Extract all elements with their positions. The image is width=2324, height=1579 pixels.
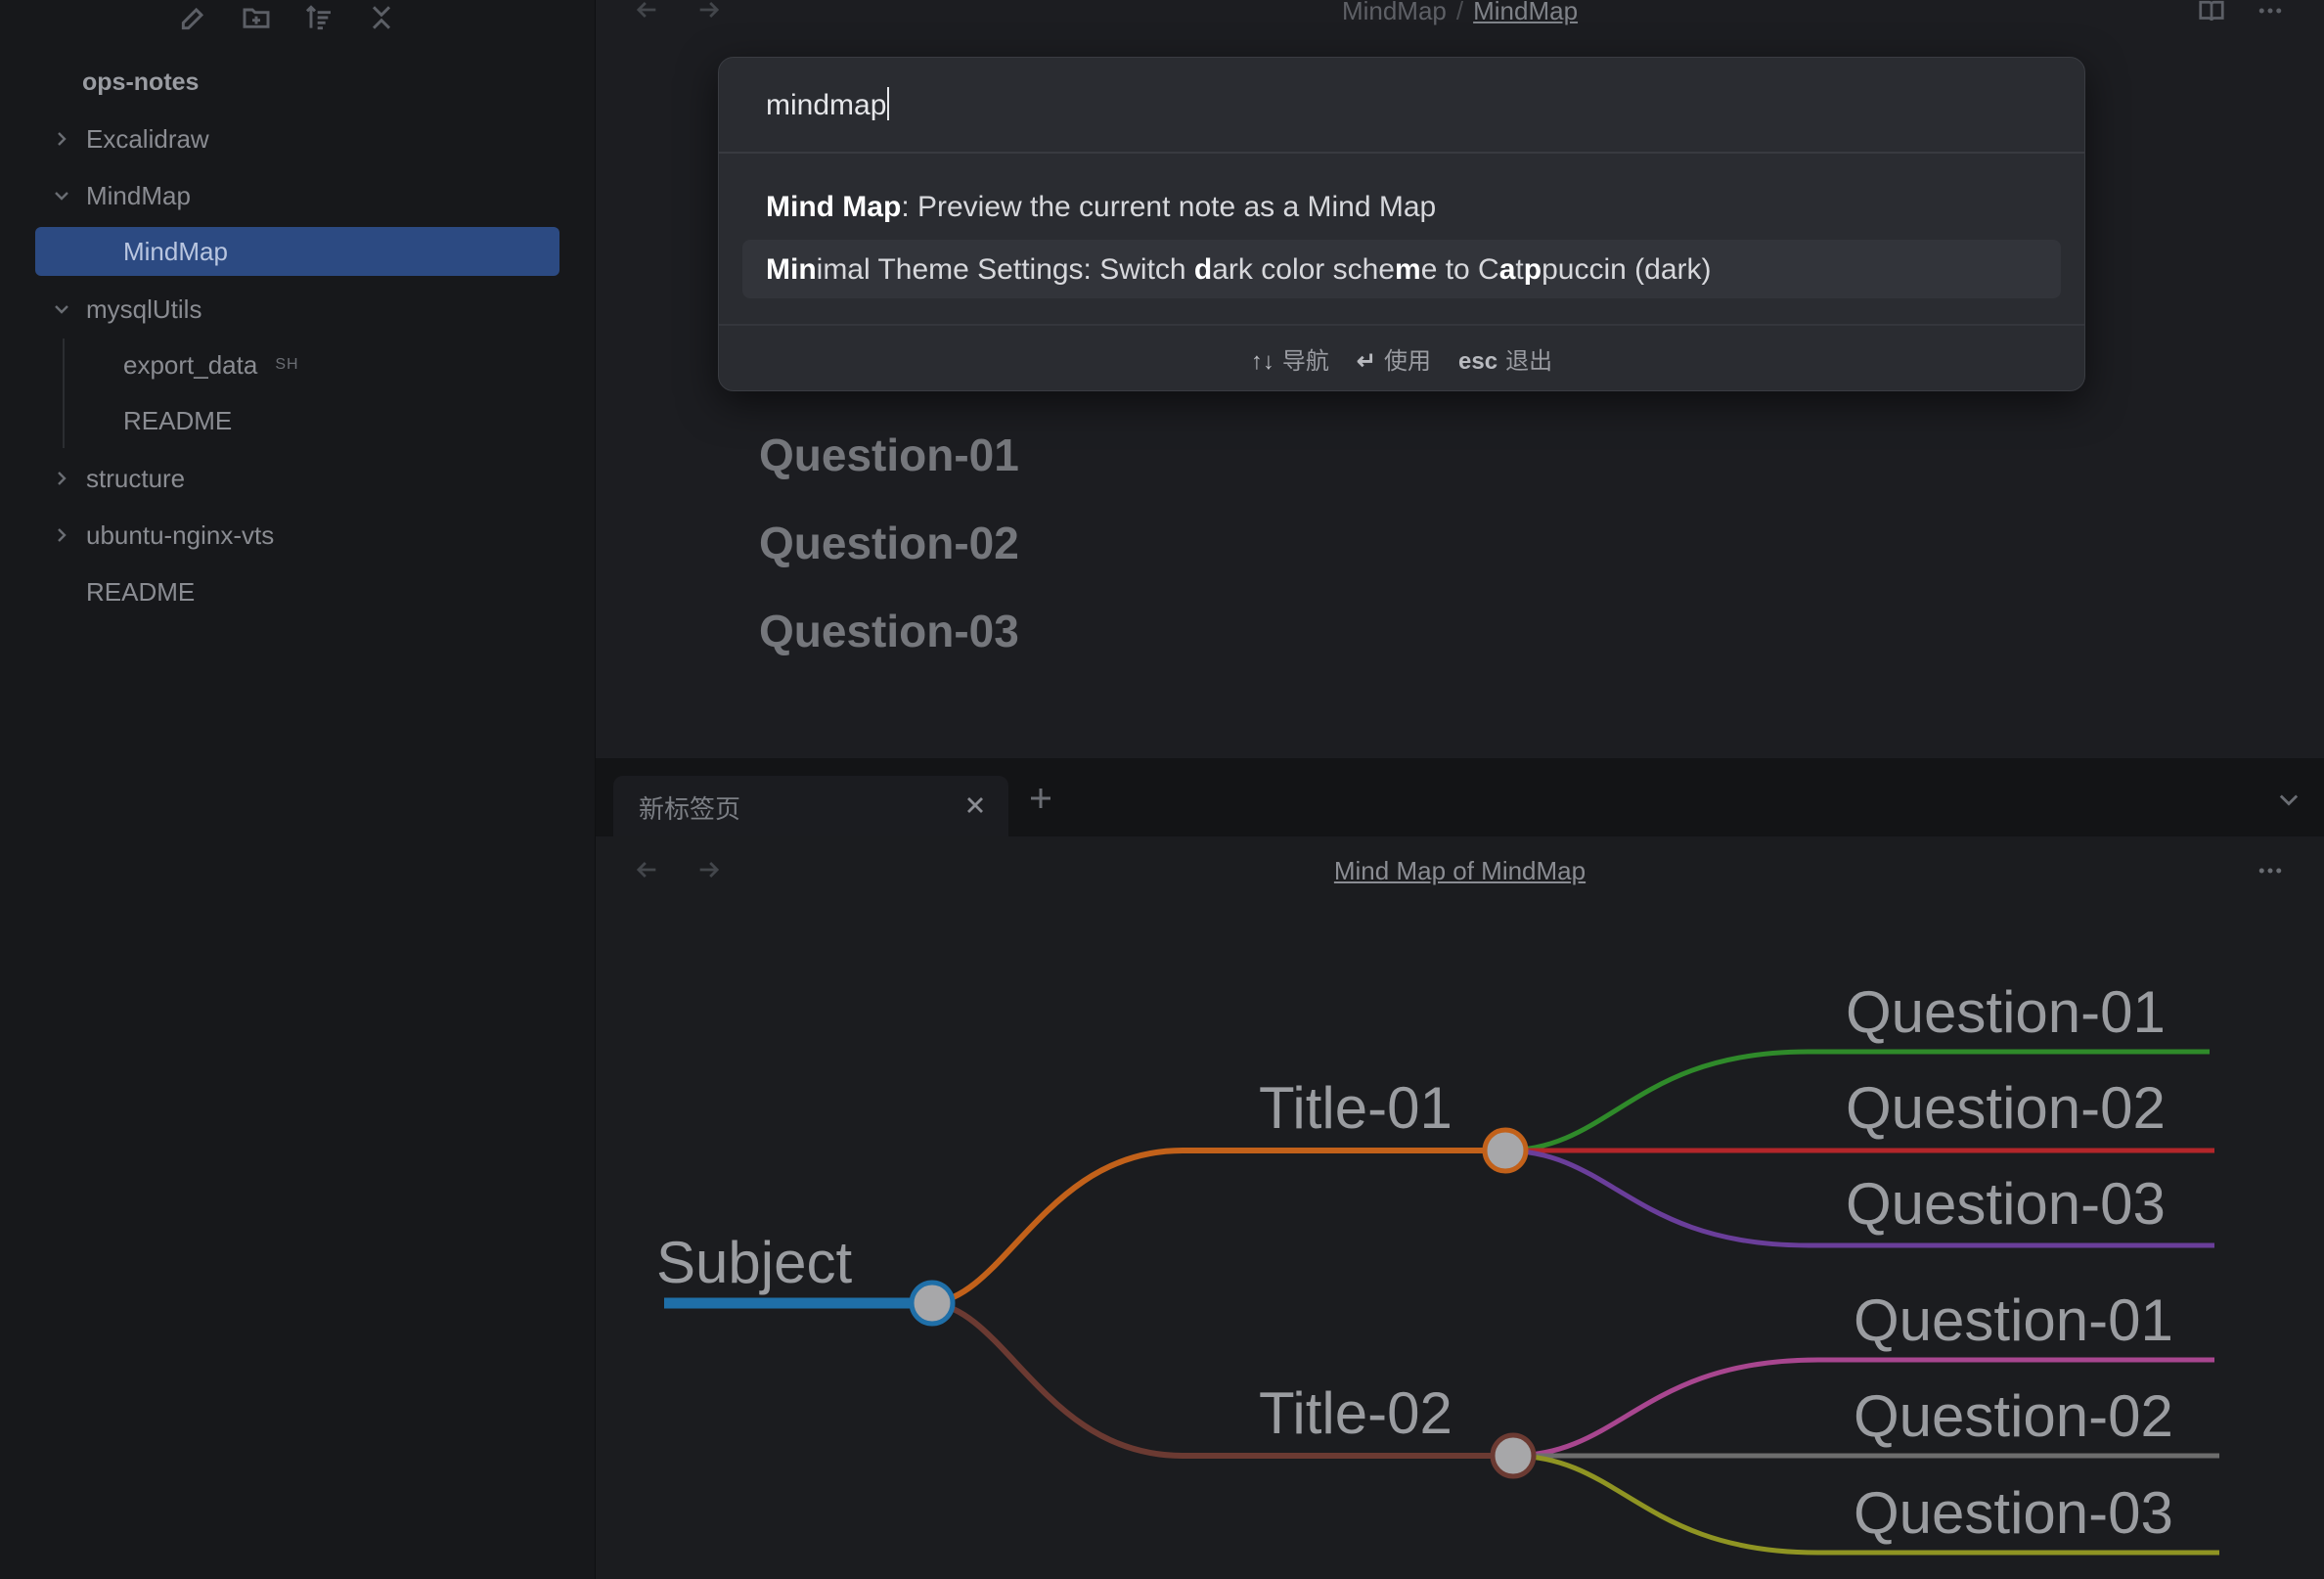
folder-label: MindMap xyxy=(86,180,191,210)
search-query: mindmap xyxy=(766,89,887,121)
suggestion-match: a xyxy=(1498,253,1516,286)
mindmap-view: Mind Map of MindMap Subject Title-01 Tit… xyxy=(596,836,2324,1579)
sort-icon[interactable] xyxy=(301,0,336,35)
suggestion-rest: imal Theme Settings: Switch xyxy=(816,253,1194,286)
mindmap-label-t2-q3: Question-03 xyxy=(1854,1480,2173,1546)
command-search-input[interactable]: mindmap xyxy=(719,58,2084,154)
chevron-down-icon xyxy=(51,298,72,320)
suggestion-match: d xyxy=(1193,253,1213,286)
file-label: README xyxy=(123,405,233,435)
folder-ubuntu-nginx-vts[interactable]: ubuntu-nginx-vts xyxy=(51,511,274,560)
text-caret xyxy=(887,87,890,120)
suggestion-minimal-theme[interactable]: Minimal Theme Settings: Switch dark colo… xyxy=(742,240,2061,298)
suggestion-match: m xyxy=(1395,253,1421,286)
new-folder-icon[interactable] xyxy=(239,0,274,35)
mindmap-canvas[interactable]: Subject Title-01 Title-02 Question-01 Qu… xyxy=(596,836,2324,1579)
chevron-down-icon xyxy=(51,185,72,206)
suggestion-text: Mind Map: Preview the current note as a … xyxy=(766,191,1436,224)
mindmap-label-t1-q2: Question-02 xyxy=(1846,1075,2166,1141)
mindmap-label-t2-q2: Question-02 xyxy=(1854,1383,2173,1449)
file-explorer-sidebar: ops-notes Excalidraw MindMap MindMap mys… xyxy=(0,0,596,1579)
mindmap-label-subject: Subject xyxy=(656,1230,852,1295)
heading-question-02: Question-02 xyxy=(759,518,1019,568)
vault-name[interactable]: ops-notes xyxy=(82,68,199,97)
mindmap-label-t2-q1: Question-01 xyxy=(1854,1287,2173,1353)
suggestion-rest: : Preview the current note as a Mind Map xyxy=(901,191,1437,223)
heading-question-01: Question-01 xyxy=(759,429,1019,480)
file-mindmap-active[interactable]: MindMap xyxy=(35,227,559,276)
folder-structure[interactable]: structure xyxy=(51,454,185,503)
collapse-all-icon[interactable] xyxy=(364,0,399,35)
mindmap-node-root-circle[interactable] xyxy=(909,1280,956,1327)
view-actions xyxy=(2197,0,2285,25)
suggestion-rest: e to C xyxy=(1420,253,1499,286)
suggestion-rest: ark color sche xyxy=(1212,253,1395,286)
mindmap-label-t1-q3: Question-03 xyxy=(1846,1171,2166,1237)
file-label: export_data xyxy=(123,349,258,380)
chevron-right-icon xyxy=(51,128,72,150)
folder-label: mysqlUtils xyxy=(86,293,202,324)
file-readme-root[interactable]: README xyxy=(86,567,195,616)
mindmap-edge-title-01 xyxy=(931,1148,1505,1306)
mindmap-node-title-02-circle[interactable] xyxy=(1490,1432,1537,1479)
chevron-right-icon xyxy=(51,524,72,546)
more-options-icon[interactable] xyxy=(2256,0,2285,25)
suggestion-match: Min xyxy=(766,253,817,286)
command-palette: mindmap Mind Map: Preview the current no… xyxy=(718,57,2085,391)
instruction-exit: esc 退出 xyxy=(1458,347,1553,375)
file-extension-badge: SH xyxy=(275,356,299,373)
mindmap-node-title-01-circle[interactable] xyxy=(1482,1127,1529,1174)
explorer-toolbar xyxy=(176,0,399,39)
breadcrumb: MindMap / MindMap xyxy=(596,0,2324,26)
folder-mysqlutils[interactable]: mysqlUtils xyxy=(51,285,201,334)
folder-excalidraw[interactable]: Excalidraw xyxy=(51,114,209,163)
suggestion-text: Minimal Theme Settings: Switch dark colo… xyxy=(766,253,1712,287)
new-tab-plus-icon[interactable] xyxy=(1026,784,1055,813)
chevron-right-icon xyxy=(51,468,72,489)
instruction-use: ↵ 使用 xyxy=(1356,347,1432,375)
new-note-icon[interactable] xyxy=(176,0,211,35)
tree-indent-guide xyxy=(63,338,65,448)
file-export-data[interactable]: export_data SH xyxy=(123,340,299,389)
heading-question-03: Question-03 xyxy=(759,606,1019,656)
tab-list-chevron-down-icon[interactable] xyxy=(2275,786,2302,813)
mindmap-label-t1-q1: Question-01 xyxy=(1846,979,2166,1045)
breadcrumb-current[interactable]: MindMap xyxy=(1473,0,1578,25)
folder-label: structure xyxy=(86,463,186,493)
mindmap-label-title-02: Title-02 xyxy=(1259,1380,1452,1446)
file-readme[interactable]: README xyxy=(123,396,232,445)
suggestion-match: Mind Map xyxy=(766,191,902,223)
folder-label: ubuntu-nginx-vts xyxy=(86,519,275,550)
breadcrumb-separator: / xyxy=(1455,0,1464,25)
file-label: MindMap xyxy=(123,237,228,266)
tab-bar: 新标签页 xyxy=(596,758,2324,836)
tab-new-tab[interactable]: 新标签页 xyxy=(613,776,1008,836)
suggestion-match: p xyxy=(1523,253,1542,286)
breadcrumb-parent[interactable]: MindMap xyxy=(1342,0,1447,25)
instruction-navigate: ↑↓ 导航 xyxy=(1250,347,1329,375)
close-icon[interactable] xyxy=(961,791,991,821)
folder-mindmap[interactable]: MindMap xyxy=(51,171,191,220)
tab-label: 新标签页 xyxy=(639,794,741,824)
folder-label: Excalidraw xyxy=(86,123,209,154)
suggestion-rest: t xyxy=(1515,253,1524,286)
suggestion-mind-map-preview[interactable]: Mind Map: Preview the current note as a … xyxy=(742,177,2061,236)
reading-view-icon[interactable] xyxy=(2197,0,2226,25)
file-label: README xyxy=(86,576,196,607)
palette-instructions: ↑↓ 导航 ↵ 使用 esc 退出 xyxy=(719,324,2084,390)
mindmap-label-title-01: Title-01 xyxy=(1259,1075,1452,1141)
suggestion-rest: puccin (dark) xyxy=(1542,253,1712,286)
